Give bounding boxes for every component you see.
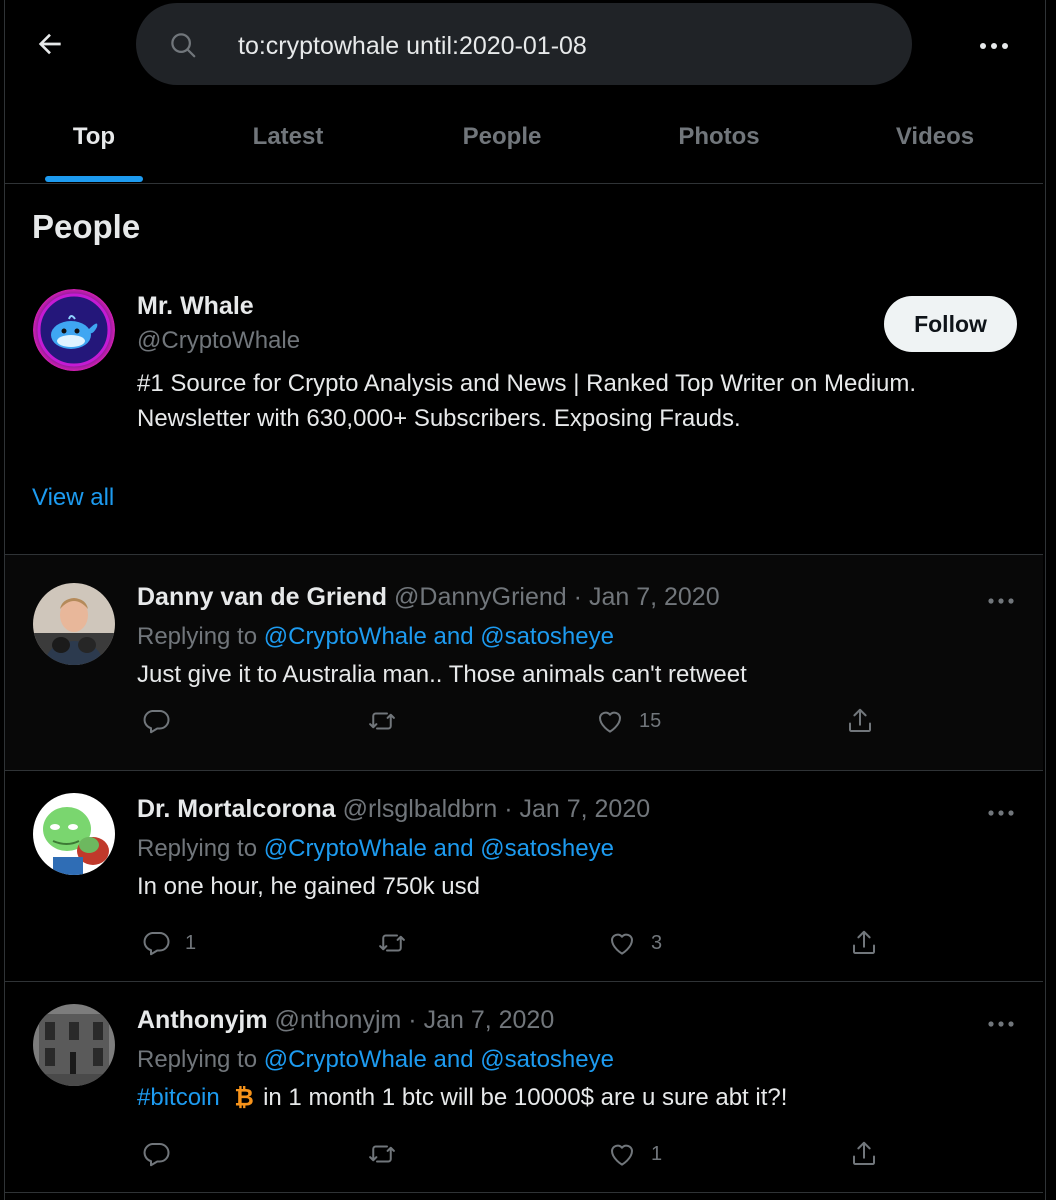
tab-label: People [462,123,542,150]
retweet-button[interactable] [377,923,421,963]
active-tab-indicator [45,176,143,182]
like-button[interactable]: 1 [607,1134,662,1174]
more-icon[interactable] [983,799,1019,827]
tweet-author-name[interactable]: Danny van de Griend [137,583,387,611]
replying-prefix: Replying to [137,835,264,862]
tweet-text: #bitcoin ₿ in 1 month 1 btc will be 1000… [137,1084,787,1117]
replying-to-link[interactable]: @CryptoWhale and @satosheye [264,835,614,862]
retweet-icon [369,712,395,730]
like-count: 1 [651,1142,663,1165]
replying-to: Replying to @CryptoWhale and @satosheye [137,623,614,651]
share-button[interactable] [849,923,879,963]
tweet-date[interactable]: Jan 7, 2020 [589,583,720,611]
reply-button[interactable] [141,1134,185,1174]
avatar[interactable] [33,583,115,665]
separator-dot: · [573,583,582,611]
tweet-actions: 15 [137,701,887,741]
reply-icon [143,1143,170,1167]
tweet-actions: 1 [137,1134,887,1174]
share-button[interactable] [845,701,875,741]
view-all-link[interactable]: View all [32,484,114,512]
tab-label: Top [72,123,116,150]
user-bio: #1 Source for Crypto Analysis and News |… [137,366,1017,436]
reply-icon [143,932,170,956]
tweet-text: Just give it to Australia man.. Those an… [137,661,747,688]
replying-to-link[interactable]: @CryptoWhale and @satosheye [264,1046,614,1073]
more-icon[interactable] [983,1010,1019,1038]
tweet-body: in 1 month 1 btc will be 10000$ are u su… [256,1084,788,1111]
bio-line: Newsletter with 630,000+ Subscribers. Ex… [137,405,741,432]
more-icon[interactable] [983,587,1019,615]
bio-line: #1 Source for Crypto Analysis and News |… [137,370,917,397]
like-icon [611,1144,633,1166]
back-arrow-icon[interactable] [34,28,66,60]
avatar[interactable] [33,1004,115,1086]
reply-count: 1 [185,931,197,954]
tweet[interactable]: Dr. Mortalcorona @rlsglbaldbrn · Jan 7, … [5,771,1043,982]
tweet-author-handle[interactable]: @rlsglbaldbrn [343,795,498,823]
reply-icon [143,710,170,734]
retweet-icon [369,1145,395,1163]
replying-to-link[interactable]: @CryptoWhale and @satosheye [264,623,614,650]
avatar[interactable] [33,793,115,875]
like-count: 3 [651,931,663,954]
replying-prefix: Replying to [137,623,264,650]
svg-text:₿: ₿ [235,1084,254,1110]
tweet-author-handle[interactable]: @nthonyjm [275,1006,402,1034]
like-count: 15 [639,709,662,732]
share-icon [853,930,875,954]
share-icon [849,708,871,732]
tweet-text: In one hour, he gained 750k usd [137,873,480,900]
separator-dot: · [408,1006,417,1034]
retweet-icon [379,934,405,952]
hashtag-link[interactable]: #bitcoin [137,1084,220,1111]
tweet-header: Dr. Mortalcorona @rlsglbaldbrn · Jan 7, … [137,795,650,824]
share-icon [853,1141,875,1165]
tab-top[interactable]: Top [5,96,183,183]
tab-label: Videos [895,123,975,150]
follow-button[interactable]: Follow [884,296,1017,352]
retweet-button[interactable] [367,1134,411,1174]
like-button[interactable]: 15 [595,701,661,741]
tweet-header: Anthonyjm @nthonyjm · Jan 7, 2020 [137,1006,554,1035]
people-section: People Mr. Whale @CryptoWhale Follow #1 … [5,184,1043,555]
tab-label: Photos [678,123,760,150]
tweet-author-handle[interactable]: @DannyGriend [394,583,567,611]
tweet-date[interactable]: Jan 7, 2020 [519,795,650,823]
share-button[interactable] [849,1134,879,1174]
bitcoin-icon: ₿ [230,1084,256,1117]
search-input[interactable] [236,23,880,69]
tweet-actions: 1 3 [137,923,887,963]
tweet[interactable]: Anthonyjm @nthonyjm · Jan 7, 2020 Replyi… [5,982,1043,1193]
tab-latest[interactable]: Latest [183,96,393,183]
replying-to: Replying to @CryptoWhale and @satosheye [137,1046,614,1074]
tweet-header: Danny van de Griend @DannyGriend · Jan 7… [137,583,720,612]
more-options-icon[interactable] [972,28,1016,64]
user-handle[interactable]: @CryptoWhale [137,327,300,355]
separator-dot: · [504,795,513,823]
avatar[interactable] [33,289,115,371]
tweet-date[interactable]: Jan 7, 2020 [424,1006,555,1034]
tab-videos[interactable]: Videos [827,96,1043,183]
like-icon [611,933,633,955]
reply-button[interactable]: 1 [141,923,196,963]
tweet[interactable]: Danny van de Griend @DannyGriend · Jan 7… [5,555,1043,771]
replying-prefix: Replying to [137,1046,264,1073]
tab-photos[interactable]: Photos [611,96,827,183]
user-name[interactable]: Mr. Whale [137,292,254,321]
replying-to: Replying to @CryptoWhale and @satosheye [137,835,614,863]
like-button[interactable]: 3 [607,923,662,963]
retweet-button[interactable] [367,701,411,741]
tweet-author-name[interactable]: Dr. Mortalcorona [137,795,336,823]
reply-button[interactable] [141,701,185,741]
tab-people[interactable]: People [393,96,611,183]
search-bar[interactable] [136,3,912,85]
tweet-author-name[interactable]: Anthonyjm [137,1006,268,1034]
section-title: People [32,208,141,245]
like-icon [599,711,621,733]
tab-label: Latest [252,123,324,150]
search-icon [168,30,198,60]
search-tabs: Top Latest People Photos Videos [5,96,1043,184]
